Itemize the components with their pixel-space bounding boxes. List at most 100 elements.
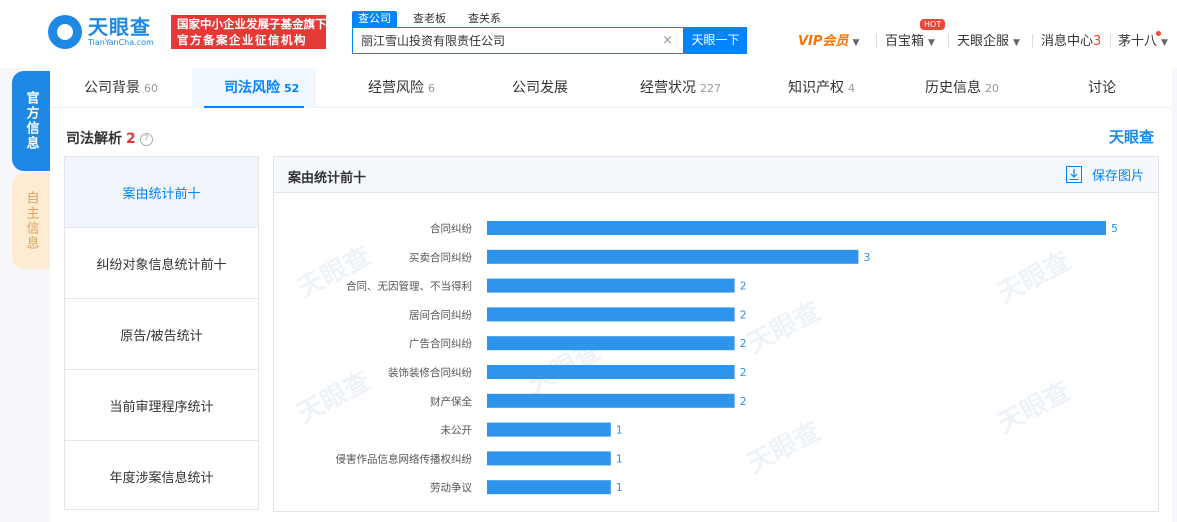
value-label: 2 [740,366,747,379]
brand-logo: 天眼查 [1109,126,1154,147]
tab-count: 4 [848,82,855,95]
main-panel: 公司背景 60 司法风险 52 经营风险 6 公司发展 经营状况 227 知识产权 4 历… [50,68,1172,522]
case-cause-bar-chart: 合同纠纷 5 买卖合同纠纷 3 合同、无因管理、不当得利 2 居间合同纠纷 2 广告合同纠纷 2 装… [336,221,1118,495]
side-tab-self[interactable]: 自主信息 [12,173,50,269]
help-icon[interactable]: ? [139,132,153,146]
divider [1110,34,1111,48]
section-title-text: 司法解析 [66,131,122,147]
category-label: 广告合同纠纷 [409,337,472,350]
tab-label: 经营状况 [640,80,696,96]
search-button[interactable]: 天眼一下 [684,27,747,54]
caret-down-icon: ▼ [1161,38,1168,48]
category-label: 装饰装修合同纠纷 [388,366,472,379]
tab-company-background[interactable]: 公司背景 60 [84,68,158,108]
user-name: 茅十八 [1118,34,1158,49]
category-label: 财产保全 [430,395,472,408]
side-tab-official[interactable]: 官方信息 [12,71,50,171]
bar[interactable] [487,422,611,437]
tab-company-development[interactable]: 公司发展 [512,68,572,108]
tab-judicial-risk[interactable]: 司法风险 52 [224,68,299,108]
bar[interactable] [487,336,735,351]
chart-header: 案由统计前十 保存图片 [274,157,1158,193]
clear-icon[interactable]: × [662,33,673,48]
value-label: 2 [740,395,747,408]
value-label: 2 [740,337,747,350]
menu-item-plaintiff-defendant[interactable]: 原告/被告统计 [65,299,258,370]
bar[interactable] [487,307,735,322]
bar[interactable] [487,278,735,293]
tab-label: 经营风险 [368,80,424,96]
save-image-label: 保存图片 [1091,169,1144,184]
tab-label: 司法风险 [224,80,280,96]
search-tab-boss[interactable]: 查老板 [407,11,452,27]
category-label: 合同、无因管理、不当得利 [346,280,472,293]
category-tabs: 公司背景 60 司法风险 52 经营风险 6 公司发展 经营状况 227 知识产权 4 历… [50,68,1172,108]
tab-label: 公司背景 [84,80,140,96]
enterprise-label: 天眼企服 [957,34,1010,49]
tab-label: 讨论 [1088,80,1116,96]
value-label: 2 [740,308,747,321]
bar[interactable] [487,480,611,495]
search-tab-relation[interactable]: 查关系 [462,11,507,27]
notification-dot [1156,31,1161,36]
menu-item-case-cause-top10[interactable]: 案由统计前十 [65,157,258,228]
bar[interactable] [487,365,735,379]
bar[interactable] [487,451,611,466]
message-count: 3 [1093,34,1102,49]
category-label: 未公开 [441,425,473,437]
search-tab-company[interactable]: 查公司 [352,11,397,27]
menu-item-trial-procedure[interactable]: 当前审理程序统计 [65,370,258,441]
section-title: 司法解析 2? [66,128,153,148]
analysis-menu: 案由统计前十 纠纷对象信息统计前十 原告/被告统计 当前审理程序统计 年度涉案信… [64,156,259,510]
tab-label: 知识产权 [788,80,844,96]
tab-business-status[interactable]: 经营状况 227 [640,68,721,108]
category-label: 合同纠纷 [430,222,472,235]
category-label: 买卖合同纠纷 [409,251,472,264]
tab-discussion[interactable]: 讨论 [1088,68,1116,108]
caret-down-icon: ▼ [1013,38,1020,48]
tab-count: 6 [428,82,435,95]
banner-line-2: 官方备案企业征信机构 [177,33,307,47]
menu-item-dispute-party-top10[interactable]: 纠纷对象信息统计前十 [65,228,258,299]
search-type-tabs: 查公司 查老板 查关系 [352,11,517,27]
logo-icon [48,15,82,49]
treasure-menu[interactable]: 百宝箱 ▼ [885,30,935,50]
tab-count: 20 [985,82,999,95]
bar[interactable] [487,221,1106,235]
top-header: 天眼查 TianYanCha.com 国家中小企业发展子基金旗下 官方备案企业征… [0,0,1177,68]
save-image-button[interactable]: 保存图片 [1065,165,1144,184]
certification-banner: 国家中小企业发展子基金旗下 官方备案企业征信机构 [171,15,327,49]
active-tab-underline [204,106,304,108]
site-logo[interactable]: 天眼查 TianYanCha.com [48,14,164,50]
tab-operating-risk[interactable]: 经营风险 6 [368,68,435,108]
section-count: 2 [126,131,136,147]
tab-label: 历史信息 [925,80,981,96]
logo-text-cn: 天眼查 [88,15,151,39]
message-center[interactable]: 消息中心3 [1041,30,1101,50]
category-label: 居间合同纠纷 [409,308,472,321]
bar[interactable] [487,249,859,264]
value-label: 2 [740,280,747,293]
menu-item-annual-cases[interactable]: 年度涉案信息统计 [65,441,258,512]
logo-text-en: TianYanCha.com [88,38,154,47]
enterprise-menu[interactable]: 天眼企服 ▼ [957,30,1020,50]
message-label: 消息中心 [1041,34,1094,49]
download-icon [1065,166,1082,183]
hot-badge: HOT [920,19,946,30]
value-label: 5 [1111,222,1118,235]
category-label: 侵害作品信息网络传播权纠纷 [336,452,473,465]
tab-history[interactable]: 历史信息 20 [925,68,999,108]
tab-intellectual-property[interactable]: 知识产权 4 [788,68,855,108]
banner-line-1: 国家中小企业发展子基金旗下 [177,17,327,31]
bar[interactable] [487,393,735,408]
caret-down-icon: ▼ [928,38,935,48]
search-input[interactable] [353,28,653,53]
value-label: 1 [616,424,623,437]
vip-menu[interactable]: VIP会员 ▼ [798,30,859,50]
value-label: 1 [616,452,623,465]
chart-title: 案由统计前十 [288,171,367,186]
divider [948,34,949,48]
value-label: 3 [863,251,870,264]
divider [876,34,877,48]
vip-label: VIP会员 [798,34,849,49]
